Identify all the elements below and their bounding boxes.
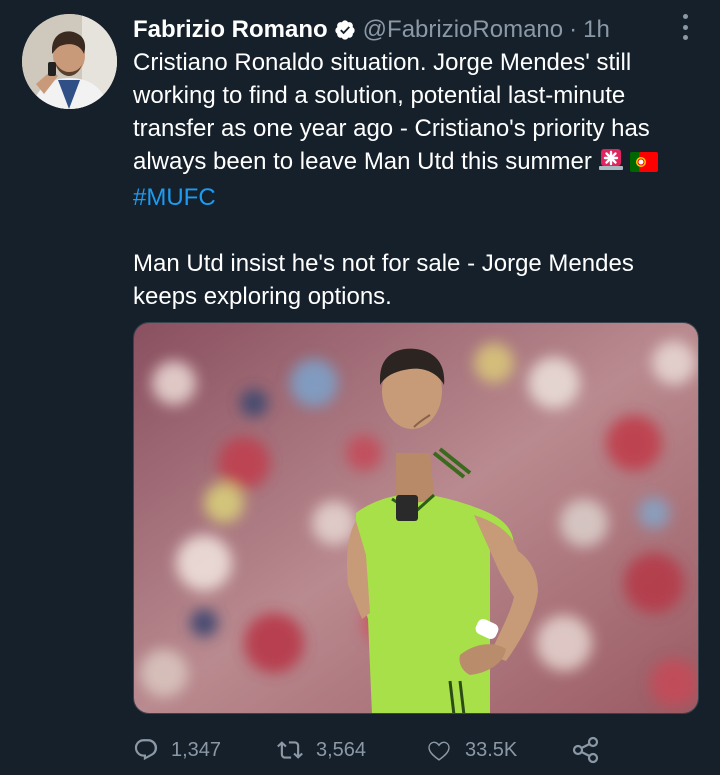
retweet-count: 3,564 xyxy=(316,738,367,761)
reply-icon xyxy=(134,739,158,761)
like-icon xyxy=(428,741,450,761)
author-handle[interactable]: @FabrizioRomano xyxy=(363,16,563,44)
tweet-header: Fabrizio Romano @FabrizioRomano · 1h xyxy=(133,14,663,46)
tweet-text-2: Man Utd insist he's not for sale - Jorge… xyxy=(133,250,634,310)
reply-count: 1,347 xyxy=(171,738,222,761)
player-photo xyxy=(134,323,698,713)
share-icon xyxy=(572,736,599,764)
portugal-flag-emoji xyxy=(629,148,658,181)
share-button[interactable] xyxy=(571,736,613,764)
author-name[interactable]: Fabrizio Romano xyxy=(133,16,328,44)
retweet-icon xyxy=(277,741,303,759)
tweet-media-image[interactable] xyxy=(133,322,699,714)
more-options-icon[interactable] xyxy=(678,12,692,42)
hashtag-link[interactable]: #MUFC xyxy=(133,184,216,211)
verified-badge-icon xyxy=(335,20,355,40)
tweet-body: Cristiano Ronaldo situation. Jorge Mende… xyxy=(133,46,693,313)
tweet-text-1: Cristiano Ronaldo situation. Jorge Mende… xyxy=(133,49,650,175)
tweet-actions-bar: 1,347 3,564 33.5K xyxy=(133,735,613,765)
tweet-paragraph-1: Cristiano Ronaldo situation. Jorge Mende… xyxy=(133,46,693,214)
like-button[interactable]: 33.5K xyxy=(425,737,517,763)
separator-dot: · xyxy=(569,16,578,43)
tweet-timestamp[interactable]: 1h xyxy=(583,16,610,44)
like-count: 33.5K xyxy=(465,738,518,761)
reply-button[interactable]: 1,347 xyxy=(133,737,221,763)
tweet-paragraph-2: Man Utd insist he's not for sale - Jorge… xyxy=(133,247,693,313)
author-avatar[interactable] xyxy=(22,14,117,109)
avatar-image xyxy=(22,14,117,109)
rotating-light-emoji xyxy=(598,146,624,181)
retweet-button[interactable]: 3,564 xyxy=(276,737,366,763)
